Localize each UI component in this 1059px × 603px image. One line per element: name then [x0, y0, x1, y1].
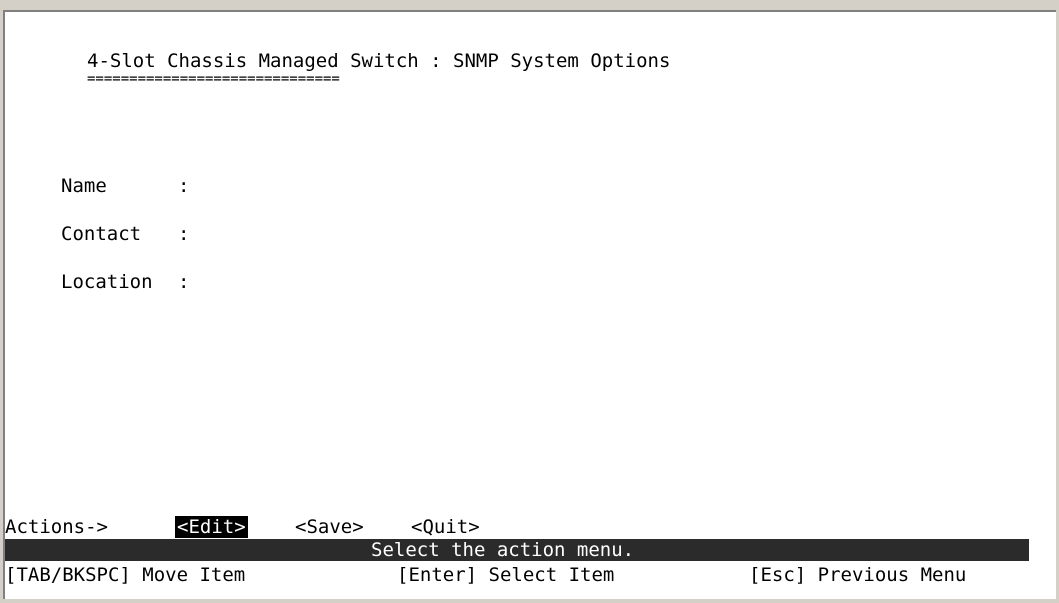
location-label: Location [61, 271, 153, 293]
help-tab: [TAB/BKSPC] Move Item [5, 564, 246, 586]
contact-label: Contact [61, 223, 142, 245]
page-title: 4-Slot Chassis Managed Switch : SNMP Sys… [87, 50, 671, 72]
help-esc: [Esc] Previous Menu [749, 564, 967, 586]
actions-label: Actions-> [5, 516, 108, 538]
contact-colon: : [178, 223, 190, 245]
help-enter: [Enter] Select Item [397, 564, 615, 586]
save-button[interactable]: <Save> [293, 516, 366, 538]
name-label: Name [61, 175, 107, 197]
status-message: Select the action menu. [371, 539, 635, 561]
title-underline: ============================== [87, 71, 340, 87]
edit-button[interactable]: <Edit> [175, 516, 248, 538]
name-colon: : [178, 175, 190, 197]
location-colon: : [178, 271, 190, 293]
quit-button[interactable]: <Quit> [409, 516, 482, 538]
status-bar: Select the action menu. [5, 539, 1029, 561]
terminal-window: 4-Slot Chassis Managed Switch : SNMP Sys… [3, 10, 1056, 599]
